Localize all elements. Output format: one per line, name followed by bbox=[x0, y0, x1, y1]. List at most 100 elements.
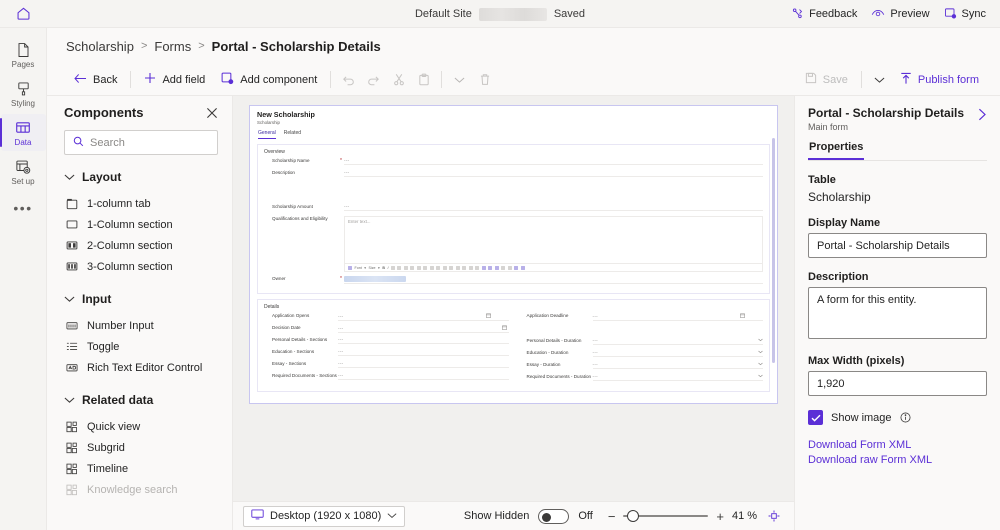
chevron-down-icon[interactable] bbox=[758, 350, 763, 355]
form-tab-related[interactable]: Related bbox=[284, 130, 301, 139]
field-value[interactable]: --- bbox=[338, 337, 509, 344]
rte-italic-icon[interactable]: I bbox=[387, 266, 388, 270]
feedback-button[interactable]: Feedback bbox=[791, 7, 857, 20]
field-value[interactable]: --- bbox=[338, 361, 509, 368]
rte-more-icon[interactable] bbox=[521, 266, 525, 270]
form-section-details[interactable]: Details Application Opens --- bbox=[257, 299, 770, 392]
rte-quote-icon[interactable] bbox=[462, 266, 466, 270]
form-field-education-sections[interactable]: Education - Sections --- bbox=[264, 349, 509, 358]
calendar-icon[interactable] bbox=[502, 325, 507, 331]
component-quick-view[interactable]: Quick view bbox=[47, 416, 232, 437]
rte-link-icon[interactable] bbox=[469, 266, 473, 270]
rte-font-chevron-icon[interactable]: ▾ bbox=[364, 266, 366, 270]
component-timeline[interactable]: Timeline bbox=[47, 458, 232, 479]
tab-properties[interactable]: Properties bbox=[808, 141, 864, 160]
field-value[interactable]: --- bbox=[344, 204, 763, 211]
form-field-qualifications-eligibility[interactable]: Qualifications and Eligibility Enter tex… bbox=[264, 216, 763, 272]
chevron-down-icon[interactable] bbox=[758, 338, 763, 343]
component-number-input[interactable]: Number Input bbox=[47, 315, 232, 336]
form-field-scholarship-name[interactable]: Scholarship Name * --- bbox=[264, 158, 763, 167]
calendar-icon[interactable] bbox=[740, 313, 745, 319]
field-value[interactable]: --- bbox=[344, 158, 763, 165]
field-value[interactable]: --- bbox=[338, 373, 509, 380]
rte-align-center-icon[interactable] bbox=[443, 266, 447, 270]
rte-size-label[interactable]: Size bbox=[369, 266, 376, 270]
field-value[interactable] bbox=[344, 276, 763, 284]
description-textarea[interactable] bbox=[808, 287, 987, 339]
field-value[interactable]: --- bbox=[338, 349, 509, 356]
field-value[interactable]: --- bbox=[338, 313, 509, 321]
form-preview-card[interactable]: New Scholarship Scholarship General Rela… bbox=[249, 105, 778, 404]
sidebar-item-pages[interactable]: Pages bbox=[1, 36, 46, 73]
rte-numbered-list-icon[interactable] bbox=[417, 266, 421, 270]
fit-to-screen-icon[interactable] bbox=[768, 510, 780, 522]
field-value[interactable]: --- bbox=[593, 338, 764, 345]
group-header-layout[interactable]: Layout bbox=[47, 168, 232, 186]
component-rich-text-editor-control[interactable]: Rich Text Editor Control bbox=[47, 357, 232, 378]
close-icon[interactable] bbox=[206, 107, 218, 119]
rte-indent-icon[interactable] bbox=[430, 266, 434, 270]
rte-underline-icon[interactable] bbox=[391, 266, 395, 270]
download-raw-form-xml-link[interactable]: Download raw Form XML bbox=[808, 454, 987, 466]
rte-justify-icon[interactable] bbox=[456, 266, 460, 270]
rte-redo-icon[interactable] bbox=[508, 266, 512, 270]
search-box[interactable] bbox=[64, 130, 218, 155]
zoom-slider[interactable] bbox=[623, 509, 708, 524]
breadcrumb-item-forms[interactable]: Forms bbox=[154, 39, 191, 54]
component-1-column-section[interactable]: 1-Column section bbox=[47, 214, 232, 235]
add-field-button[interactable]: Add field bbox=[136, 67, 213, 93]
component-1-column-tab[interactable]: 1-column tab bbox=[47, 193, 232, 214]
form-field-decision-date[interactable]: Decision Date --- bbox=[264, 325, 509, 334]
form-field-personal-details-duration[interactable]: Personal Details - Duration --- bbox=[519, 338, 764, 347]
chevron-right-icon[interactable] bbox=[978, 106, 987, 121]
rte-format-painter-icon[interactable] bbox=[348, 266, 352, 270]
form-field-personal-details-sections[interactable]: Personal Details - Sections --- bbox=[264, 337, 509, 346]
show-image-checkbox[interactable] bbox=[808, 410, 823, 425]
rte-align-left-icon[interactable] bbox=[436, 266, 440, 270]
rte-bullet-list-icon[interactable] bbox=[410, 266, 414, 270]
sidebar-item-setup[interactable]: Set up bbox=[1, 153, 46, 190]
back-button[interactable]: Back bbox=[66, 67, 125, 93]
rte-image-icon[interactable] bbox=[482, 266, 486, 270]
form-tab-general[interactable]: General bbox=[258, 130, 276, 139]
form-field-owner[interactable]: Owner * bbox=[264, 276, 763, 285]
max-width-input[interactable] bbox=[808, 371, 987, 396]
group-header-related-data[interactable]: Related data bbox=[47, 391, 232, 409]
search-input[interactable] bbox=[90, 137, 209, 149]
form-field-scholarship-amount[interactable]: Scholarship Amount --- bbox=[264, 204, 763, 213]
rte-highlight-icon[interactable] bbox=[397, 266, 401, 270]
rte-size-chevron-icon[interactable]: ▾ bbox=[378, 266, 380, 270]
sidebar-more-button[interactable]: ••• bbox=[13, 200, 32, 216]
rich-text-editor[interactable]: Enter text... Font ▾ Size ▾ B bbox=[344, 216, 763, 272]
sync-button[interactable]: Sync bbox=[944, 7, 986, 20]
form-field-required-documents-duration[interactable]: Required Documents - Duration --- bbox=[519, 374, 764, 383]
form-field-required-documents-sections[interactable]: Required Documents - Sections --- bbox=[264, 373, 509, 382]
rte-font-color-icon[interactable] bbox=[404, 266, 408, 270]
rte-expand-icon[interactable] bbox=[514, 266, 518, 270]
field-value[interactable]: --- bbox=[593, 362, 764, 369]
publish-form-button[interactable]: Publish form bbox=[892, 67, 987, 93]
rte-font-label[interactable]: Font bbox=[355, 266, 362, 270]
breadcrumb-item-scholarship[interactable]: Scholarship bbox=[66, 39, 134, 54]
rte-table-icon[interactable] bbox=[488, 266, 492, 270]
add-component-button[interactable]: Add component bbox=[213, 67, 325, 93]
rte-horizontal-rule-icon[interactable] bbox=[475, 266, 479, 270]
rte-bold-icon[interactable]: B bbox=[382, 266, 385, 270]
display-name-input[interactable] bbox=[808, 233, 987, 258]
chevron-down-icon[interactable] bbox=[758, 374, 763, 379]
form-preview-scrollbar[interactable] bbox=[772, 138, 775, 363]
save-options-chevron-icon[interactable] bbox=[867, 67, 892, 93]
sidebar-item-styling[interactable]: Styling bbox=[1, 75, 46, 112]
component-subgrid[interactable]: Subgrid bbox=[47, 437, 232, 458]
preview-button[interactable]: Preview bbox=[871, 7, 929, 20]
form-field-essay-duration[interactable]: Essay - Duration --- bbox=[519, 362, 764, 371]
calendar-icon[interactable] bbox=[486, 313, 491, 319]
slider-thumb[interactable] bbox=[627, 510, 639, 522]
home-button[interactable] bbox=[0, 0, 47, 28]
component-2-column-section[interactable]: 2-Column section bbox=[47, 235, 232, 256]
rte-undo-icon[interactable] bbox=[501, 266, 505, 270]
chevron-down-icon[interactable] bbox=[758, 362, 763, 367]
form-section-overview[interactable]: Overview Scholarship Name * --- Descript… bbox=[257, 144, 770, 294]
form-field-application-opens[interactable]: Application Opens --- bbox=[264, 313, 509, 322]
rte-align-right-icon[interactable] bbox=[449, 266, 453, 270]
